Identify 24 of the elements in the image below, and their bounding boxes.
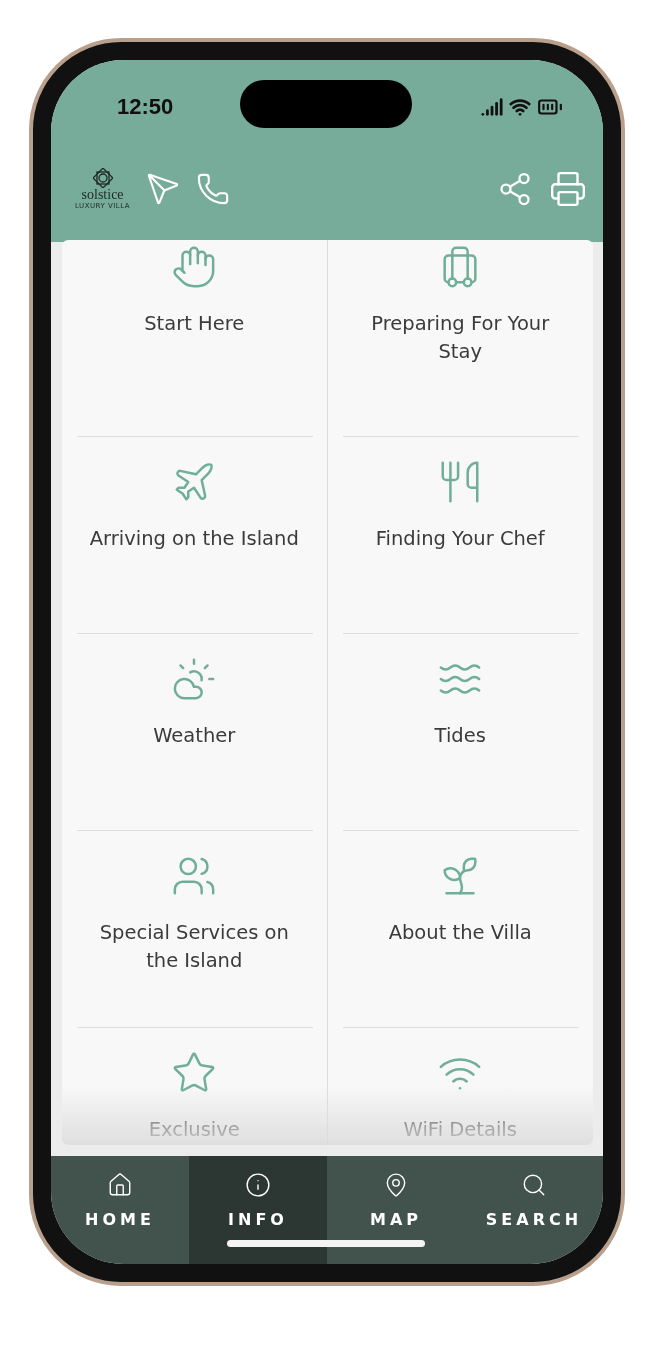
menu-tile[interactable]: Weather — [62, 634, 328, 831]
signal-icon — [481, 96, 503, 118]
nav-tab[interactable]: SEARCH — [465, 1156, 603, 1264]
ornament-icon — [92, 168, 113, 188]
nav-tab[interactable]: INFO — [189, 1156, 327, 1264]
logo-name: solstice — [81, 188, 124, 202]
info-icon — [245, 1172, 271, 1198]
menu-tile[interactable]: About the Villa — [327, 831, 593, 1028]
paper-plane-icon[interactable] — [146, 172, 181, 206]
menu-tile[interactable]: Tides — [327, 634, 593, 831]
menu-tile[interactable]: Arriving on the Island — [62, 437, 328, 634]
menu-tile[interactable]: Start Here — [62, 240, 328, 437]
share-icon[interactable] — [497, 171, 533, 207]
menu-tile[interactable]: Special Services on the Island — [62, 831, 328, 1028]
nav-tab[interactable]: HOME — [51, 1156, 189, 1264]
nav-tab[interactable]: MAP — [327, 1156, 465, 1264]
wifi-status-icon — [509, 96, 531, 118]
menu-tile[interactable]: Finding Your Chef — [327, 437, 593, 634]
search-icon — [521, 1172, 547, 1198]
status-time: 12:50 — [117, 94, 174, 120]
menu-tile[interactable]: Preparing For Your Stay — [327, 240, 593, 437]
phone-icon[interactable] — [196, 172, 231, 206]
printer-icon[interactable] — [549, 170, 587, 208]
home-icon — [107, 1172, 133, 1198]
